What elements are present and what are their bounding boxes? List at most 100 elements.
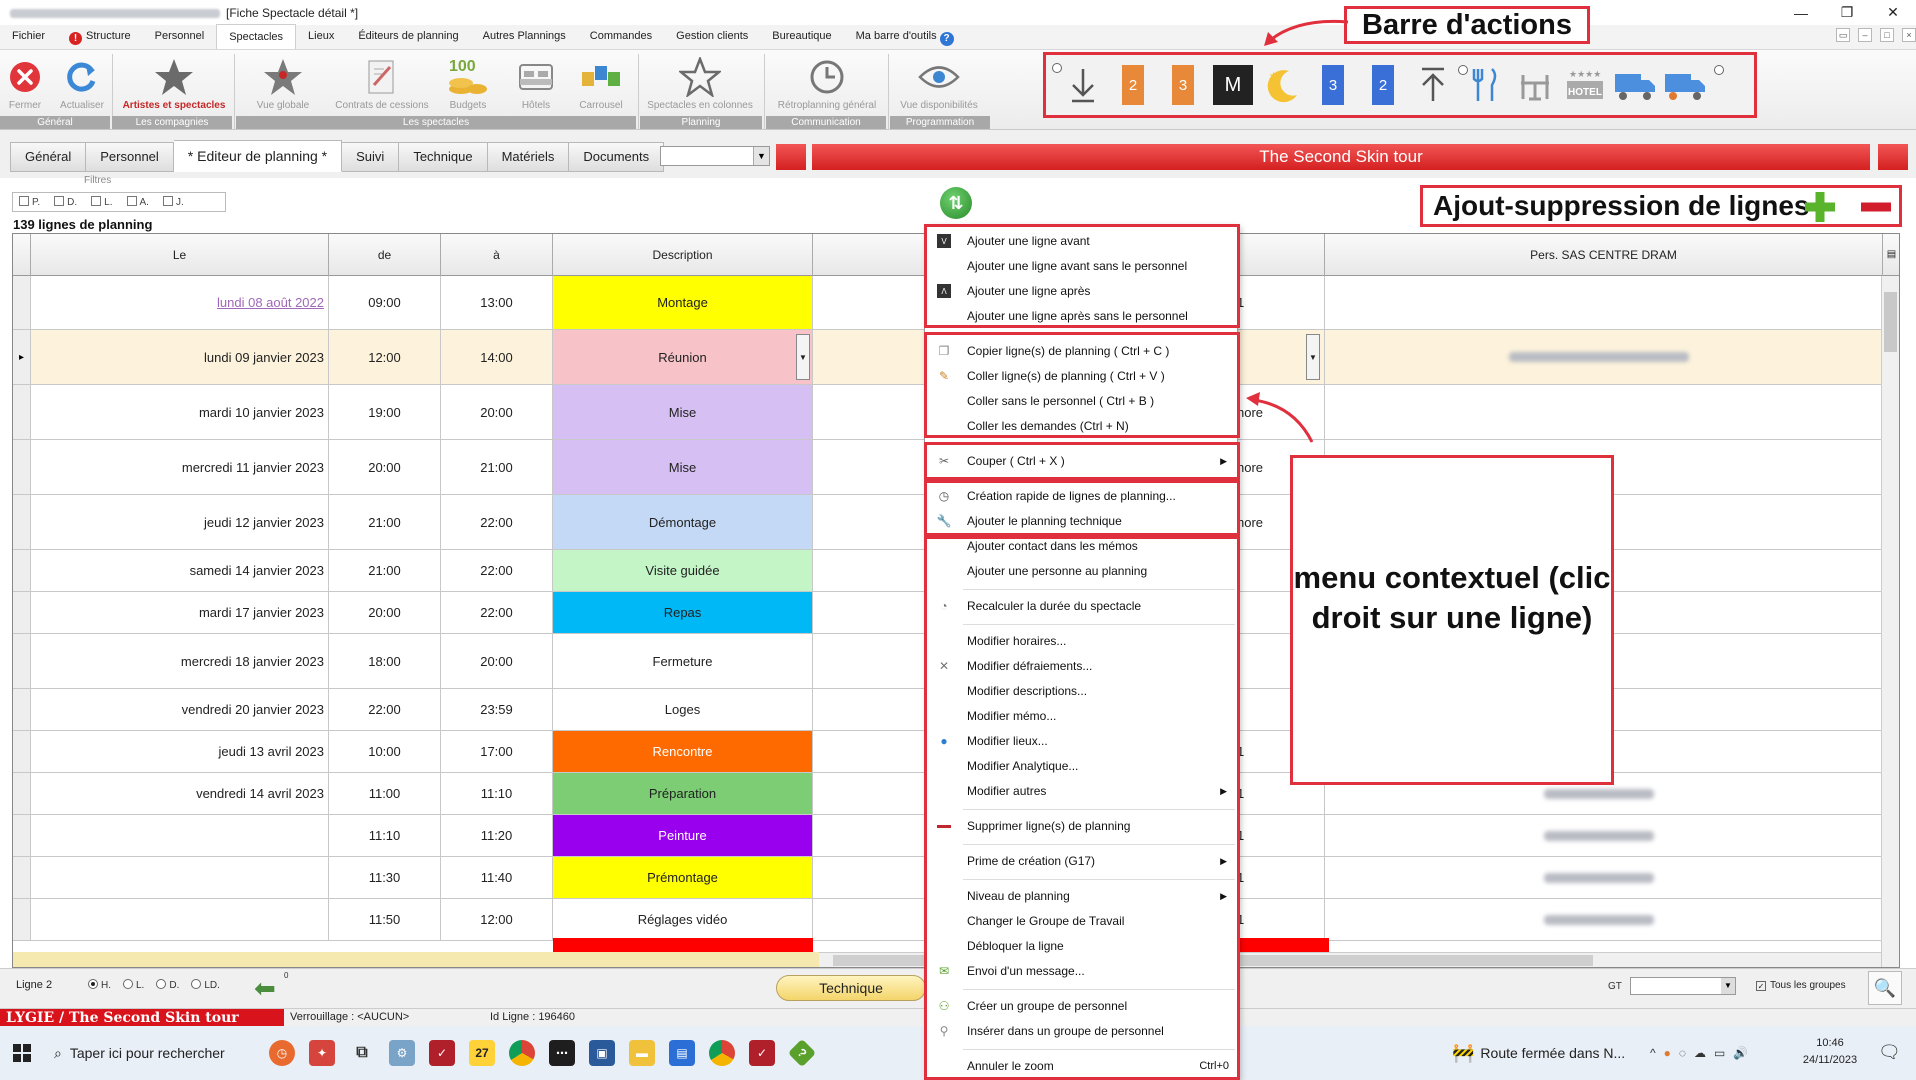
cell-de[interactable]: 22:00 (329, 689, 441, 730)
cell-a[interactable]: 13:00 (441, 276, 553, 329)
cell-a[interactable]: 11:20 (441, 815, 553, 856)
action-blue-3[interactable]: 3 (1308, 60, 1358, 110)
context-menu-item[interactable]: Coller les demandes (Ctrl + N) (925, 414, 1237, 438)
tab-documents[interactable]: Documents (569, 142, 665, 172)
cell-de[interactable]: 21:00 (329, 495, 441, 549)
filter-p[interactable]: P. (19, 196, 40, 208)
tab-general[interactable]: Général (10, 142, 87, 172)
hotels-button[interactable]: Hôtels (508, 54, 564, 111)
taskbar-search[interactable]: ⌕ Taper ici pour rechercher (44, 1026, 262, 1080)
cell-a[interactable]: 17:00 (441, 731, 553, 772)
row-indicator[interactable] (13, 634, 31, 688)
cell-le[interactable]: jeudi 12 janvier 2023 (31, 495, 329, 549)
cell-personnel[interactable] (1325, 330, 1883, 384)
cell-description[interactable]: Fermeture (553, 634, 813, 688)
row-indicator[interactable] (13, 385, 31, 439)
cell-le[interactable]: mercredi 11 janvier 2023 (31, 440, 329, 494)
header-le[interactable]: Le (31, 234, 329, 276)
context-menu-item[interactable]: Λ Ajouter une ligne après (925, 279, 1237, 303)
cell-de[interactable]: 09:00 (329, 276, 441, 329)
column-chooser-icon[interactable]: ▤ (1883, 234, 1899, 276)
tray-app-icon[interactable]: ● (1664, 1046, 1671, 1060)
row-indicator[interactable] (13, 495, 31, 549)
undo-arrow-icon[interactable]: ⬅ (254, 973, 276, 1004)
header-description[interactable]: Description (553, 234, 813, 276)
cell-personnel[interactable] (1325, 899, 1883, 940)
menu-fichier[interactable]: Fichier (0, 24, 57, 49)
taskbar-app-2[interactable]: ✓ (422, 1026, 462, 1080)
cell-personnel[interactable] (1325, 857, 1883, 898)
retroplanning-button[interactable]: Rétroplanning général (770, 54, 884, 111)
ribbon-minimize-icon[interactable]: – (1858, 28, 1872, 42)
cell-personnel[interactable] (1325, 815, 1883, 856)
add-line-icon[interactable] (1803, 190, 1837, 224)
weather-widget[interactable]: 🚧 Route fermée dans N... (1452, 1026, 1625, 1080)
sync-icon[interactable]: ⇅ (940, 187, 972, 219)
action-download[interactable] (1058, 60, 1108, 110)
context-menu-item[interactable]: Niveau de planning ▶ (925, 884, 1237, 908)
context-menu-item[interactable]: Changer le Groupe de Travail (925, 909, 1237, 933)
cell-description[interactable]: Rencontre (553, 731, 813, 772)
menu-commandes[interactable]: Commandes (578, 24, 664, 49)
menu-ma-barre-outils[interactable]: Ma barre d'outils? (844, 24, 966, 49)
taskbar-clock-app[interactable]: ◷ (262, 1026, 302, 1080)
context-menu-item[interactable]: Ajouter contact dans les mémos (925, 534, 1237, 558)
context-menu-item[interactable]: Débloquer la ligne (925, 934, 1237, 958)
radio-ld[interactable]: LD. (191, 979, 220, 991)
cell-description[interactable]: Prémontage (553, 857, 813, 898)
cell-le[interactable] (31, 899, 329, 940)
cell-de[interactable]: 11:10 (329, 815, 441, 856)
cell-le[interactable]: lundi 09 janvier 2023 (31, 330, 329, 384)
context-menu-item[interactable]: ✉ Envoi d'un message... (925, 959, 1237, 983)
row-indicator[interactable] (13, 899, 31, 940)
context-menu-item[interactable]: Modifier mémo... (925, 704, 1237, 728)
artistes-spectacles-button[interactable]: Artistes et spectacles (120, 54, 228, 111)
tray-expand-icon[interactable]: ^ (1650, 1046, 1656, 1060)
start-button[interactable] (0, 1026, 44, 1080)
context-menu-item[interactable]: ❐ Copier ligne(s) de planning ( Ctrl + C … (925, 339, 1237, 363)
row-indicator[interactable] (13, 857, 31, 898)
cell-a[interactable]: 14:00 (441, 330, 553, 384)
menu-bureautique[interactable]: Bureautique (760, 24, 843, 49)
row-indicator[interactable] (13, 276, 31, 329)
actionbar-radio-left[interactable] (1052, 63, 1062, 73)
cell-description[interactable]: Repas (553, 592, 813, 633)
radio-d[interactable]: D. (156, 979, 179, 991)
cell-a[interactable]: 20:00 (441, 385, 553, 439)
tab-materiels[interactable]: Matériels (487, 142, 570, 172)
tray-cloud-icon[interactable]: ☁ (1694, 1046, 1706, 1060)
action-moon[interactable]: ★ (1258, 60, 1308, 110)
actualiser-button[interactable]: Actualiser (56, 54, 108, 111)
context-menu-item[interactable]: Ajouter une ligne avant sans le personne… (925, 254, 1237, 278)
cell-le[interactable]: lundi 08 août 2022 (31, 276, 329, 329)
header-de[interactable]: de (329, 234, 441, 276)
context-menu-item[interactable]: ⚲ Insérer dans un groupe de personnel (925, 1019, 1237, 1043)
cell-de[interactable]: 21:00 (329, 550, 441, 591)
context-menu-item[interactable]: ◔ Recalculer la durée du spectacle (925, 594, 1237, 618)
budgets-button[interactable]: 100 Budgets (440, 54, 496, 111)
cell-a[interactable]: 21:00 (441, 440, 553, 494)
cell-a[interactable]: 20:00 (441, 634, 553, 688)
row-indicator[interactable] (13, 773, 31, 814)
context-menu-item[interactable]: ⚇ Créer un groupe de personnel (925, 994, 1237, 1018)
notification-icon[interactable]: 🗨 (1878, 1042, 1901, 1063)
row-indicator[interactable] (13, 815, 31, 856)
context-menu-item[interactable]: Modifier Analytique... (925, 754, 1237, 778)
context-menu-item[interactable]: ✕ Modifier défraiements... (925, 654, 1237, 678)
vue-disponibilites-button[interactable]: Vue disponibilités (890, 54, 988, 111)
filter-d[interactable]: D. (54, 196, 77, 208)
menu-lieux[interactable]: Lieux (296, 24, 346, 49)
context-menu-item[interactable]: Modifier descriptions... (925, 679, 1237, 703)
header-a[interactable]: à (441, 234, 553, 276)
context-menu-item[interactable]: Annuler le zoom Ctrl+0 (925, 1054, 1237, 1078)
menu-personnel[interactable]: Personnel (143, 24, 217, 49)
ribbon-restore-icon[interactable]: □ (1880, 28, 1894, 42)
ribbon-layout-icon[interactable]: ▭ (1836, 28, 1850, 42)
filter-a[interactable]: A. (126, 196, 149, 208)
cell-de[interactable]: 20:00 (329, 592, 441, 633)
action-orange-3[interactable]: 3 (1158, 60, 1208, 110)
row-indicator[interactable] (13, 689, 31, 730)
taskbar-chrome-2[interactable] (702, 1026, 742, 1080)
cell-le[interactable]: jeudi 13 avril 2023 (31, 731, 329, 772)
action-m[interactable]: M (1208, 60, 1258, 110)
